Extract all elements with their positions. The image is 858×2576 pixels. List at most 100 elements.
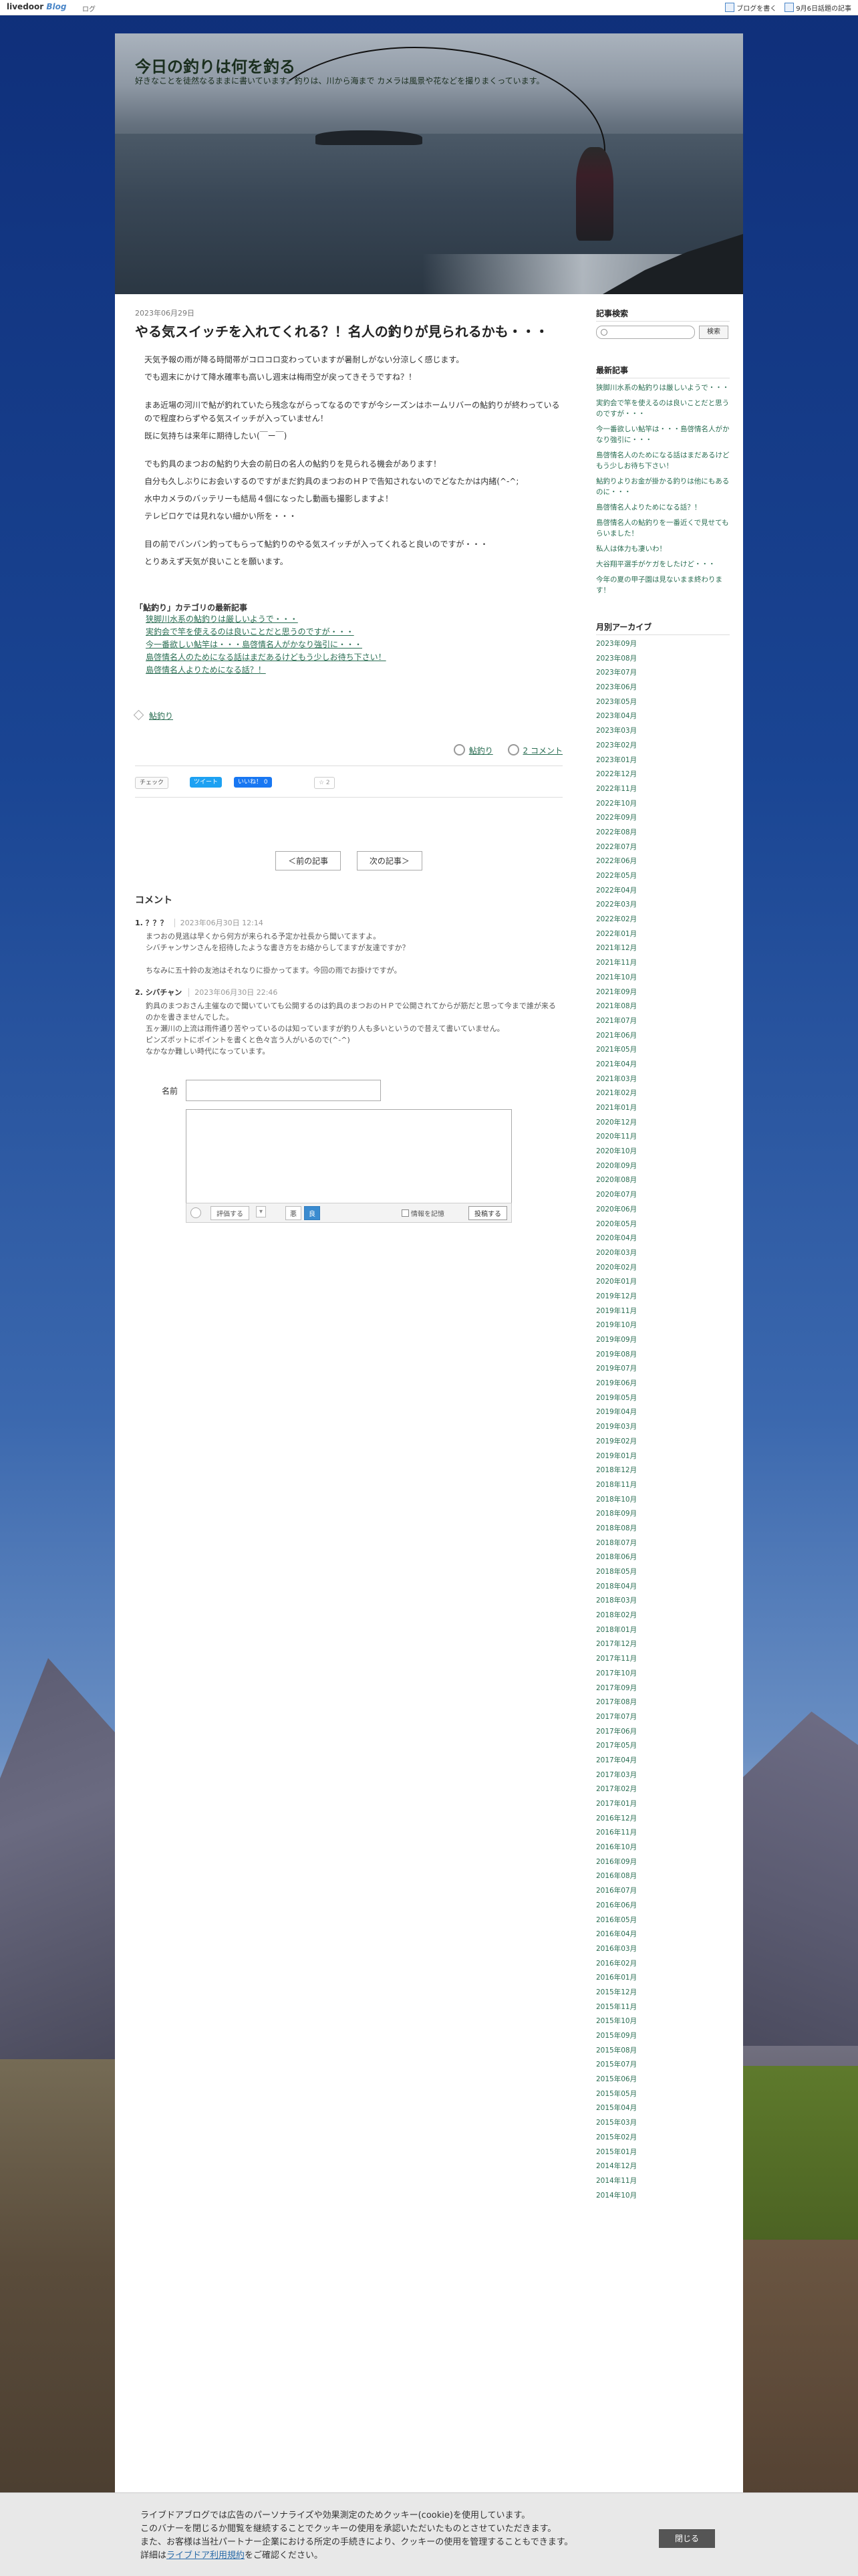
- archive-month-link[interactable]: 2019年12月: [596, 1292, 730, 1306]
- archive-month-link[interactable]: 2017年12月: [596, 1639, 730, 1654]
- archive-month-link[interactable]: 2021年07月: [596, 1016, 730, 1031]
- archive-month-link[interactable]: 2018年02月: [596, 1611, 730, 1625]
- archive-month-link[interactable]: 2017年11月: [596, 1654, 730, 1669]
- archive-month-link[interactable]: 2021年05月: [596, 1045, 730, 1060]
- archive-month-link[interactable]: 2018年05月: [596, 1567, 730, 1582]
- archive-month-link[interactable]: 2019年10月: [596, 1320, 730, 1335]
- archive-month-link[interactable]: 2015年10月: [596, 2016, 730, 2031]
- archive-month-link[interactable]: 2020年01月: [596, 1277, 730, 1292]
- submit-comment-button[interactable]: 投稿する: [468, 1206, 507, 1220]
- chevron-down-icon[interactable]: ▾: [256, 1206, 267, 1217]
- archive-month-link[interactable]: 2023年07月: [596, 668, 730, 683]
- category-latest-link[interactable]: 狭脚川水系の鮎釣りは厳しいようで・・・: [135, 613, 563, 626]
- archive-month-link[interactable]: 2018年01月: [596, 1625, 730, 1640]
- archive-month-link[interactable]: 2018年03月: [596, 1596, 730, 1611]
- remember-checkbox[interactable]: 情報を記憶: [402, 1208, 444, 1218]
- search-input[interactable]: [596, 326, 695, 339]
- archive-month-link[interactable]: 2014年12月: [596, 2161, 730, 2176]
- archive-month-link[interactable]: 2019年08月: [596, 1350, 730, 1365]
- archive-month-link[interactable]: 2020年02月: [596, 1263, 730, 1278]
- recent-post-link[interactable]: 実釣会で竿を使えるのは良いことだと思うのですが・・・: [596, 398, 730, 419]
- archive-month-link[interactable]: 2017年10月: [596, 1669, 730, 1683]
- good-rating-button[interactable]: 良: [304, 1206, 320, 1220]
- archive-month-link[interactable]: 2016年12月: [596, 1814, 730, 1829]
- archive-month-link[interactable]: 2018年12月: [596, 1466, 730, 1480]
- star-button[interactable]: ☆ 2: [314, 777, 335, 789]
- prev-article-button[interactable]: ＜前の記事: [275, 851, 341, 870]
- archive-month-link[interactable]: 2021年10月: [596, 973, 730, 987]
- cookie-close-button[interactable]: 閉じる: [659, 2529, 715, 2548]
- archive-month-link[interactable]: 2019年02月: [596, 1437, 730, 1451]
- recent-post-link[interactable]: 狭脚川水系の鮎釣りは厳しいようで・・・: [596, 382, 730, 393]
- archive-month-link[interactable]: 2018年09月: [596, 1509, 730, 1524]
- archive-month-link[interactable]: 2023年09月: [596, 639, 730, 654]
- archive-month-link[interactable]: 2015年06月: [596, 2075, 730, 2089]
- archive-month-link[interactable]: 2015年01月: [596, 2147, 730, 2162]
- archive-month-link[interactable]: 2018年11月: [596, 1480, 730, 1495]
- recent-post-link[interactable]: 私人は体力も凄いわ！: [596, 544, 730, 554]
- archive-month-link[interactable]: 2019年06月: [596, 1379, 730, 1393]
- recent-post-link[interactable]: 大谷翔平選手がケガをしたけど・・・: [596, 559, 730, 570]
- tag-link[interactable]: 鮎釣り: [149, 711, 173, 721]
- write-blog-link[interactable]: ブログを書く: [725, 3, 776, 13]
- archive-month-link[interactable]: 2015年11月: [596, 2002, 730, 2017]
- archive-month-link[interactable]: 2017年08月: [596, 1697, 730, 1712]
- archive-month-link[interactable]: 2021年09月: [596, 987, 730, 1002]
- archive-month-link[interactable]: 2017年03月: [596, 1770, 730, 1785]
- archive-month-link[interactable]: 2021年11月: [596, 958, 730, 973]
- archive-month-link[interactable]: 2020年10月: [596, 1147, 730, 1161]
- archive-month-link[interactable]: 2015年08月: [596, 2046, 730, 2061]
- archive-month-link[interactable]: 2022年01月: [596, 929, 730, 944]
- archive-month-link[interactable]: 2023年03月: [596, 726, 730, 741]
- recent-post-link[interactable]: 島啓情名人の鮎釣りを一番近くで見せてもらいました！: [596, 517, 730, 539]
- archive-month-link[interactable]: 2019年05月: [596, 1393, 730, 1408]
- archive-month-link[interactable]: 2019年07月: [596, 1364, 730, 1379]
- archive-month-link[interactable]: 2015年02月: [596, 2133, 730, 2147]
- archive-month-link[interactable]: 2017年05月: [596, 1741, 730, 1756]
- archive-month-link[interactable]: 2014年11月: [596, 2176, 730, 2191]
- archive-month-link[interactable]: 2022年07月: [596, 842, 730, 857]
- archive-month-link[interactable]: 2016年04月: [596, 1929, 730, 1944]
- archive-month-link[interactable]: 2019年01月: [596, 1451, 730, 1466]
- archive-month-link[interactable]: 2017年07月: [596, 1712, 730, 1727]
- archive-month-link[interactable]: 2016年08月: [596, 1871, 730, 1886]
- archive-month-link[interactable]: 2022年12月: [596, 770, 730, 784]
- archive-month-link[interactable]: 2018年07月: [596, 1538, 730, 1553]
- archive-month-link[interactable]: 2017年09月: [596, 1683, 730, 1698]
- archive-month-link[interactable]: 2018年04月: [596, 1582, 730, 1597]
- archive-month-link[interactable]: 2015年04月: [596, 2103, 730, 2118]
- hot-topics-link[interactable]: 9月6日話題の記事: [784, 3, 851, 13]
- archive-month-link[interactable]: 2021年02月: [596, 1088, 730, 1103]
- archive-month-link[interactable]: 2021年04月: [596, 1060, 730, 1074]
- comment-textarea[interactable]: [186, 1109, 512, 1204]
- archive-month-link[interactable]: 2023年04月: [596, 711, 730, 726]
- archive-month-link[interactable]: 2021年03月: [596, 1074, 730, 1089]
- archive-month-link[interactable]: 2015年03月: [596, 2118, 730, 2133]
- archive-month-link[interactable]: 2020年09月: [596, 1161, 730, 1176]
- archive-month-link[interactable]: 2020年08月: [596, 1175, 730, 1190]
- archive-month-link[interactable]: 2019年09月: [596, 1335, 730, 1350]
- archive-month-link[interactable]: 2022年10月: [596, 799, 730, 814]
- archive-month-link[interactable]: 2017年01月: [596, 1799, 730, 1814]
- archive-month-link[interactable]: 2023年05月: [596, 697, 730, 712]
- archive-month-link[interactable]: 2022年06月: [596, 856, 730, 871]
- article-title[interactable]: やる気スイッチを入れてくれる？！名人の釣りが見られるかも・・・: [135, 322, 563, 341]
- login-link[interactable]: ログ: [82, 3, 96, 13]
- archive-month-link[interactable]: 2022年03月: [596, 900, 730, 915]
- search-button[interactable]: 検索: [699, 326, 728, 339]
- check-button[interactable]: チェック: [135, 777, 169, 789]
- archive-month-link[interactable]: 2015年07月: [596, 2060, 730, 2075]
- archive-month-link[interactable]: 2018年10月: [596, 1495, 730, 1510]
- archive-month-link[interactable]: 2021年12月: [596, 943, 730, 958]
- next-article-button[interactable]: 次の記事＞: [356, 851, 422, 870]
- archive-month-link[interactable]: 2022年04月: [596, 886, 730, 901]
- archive-month-link[interactable]: 2022年08月: [596, 828, 730, 842]
- archive-month-link[interactable]: 2016年11月: [596, 1828, 730, 1843]
- rate-button[interactable]: 評価する: [210, 1206, 249, 1220]
- archive-month-link[interactable]: 2021年01月: [596, 1103, 730, 1118]
- archive-month-link[interactable]: 2016年02月: [596, 1959, 730, 1974]
- header-banner[interactable]: 今日の釣りは何を釣る 好きなことを徒然なるままに書いています。釣りは、川から海ま…: [115, 33, 743, 294]
- archive-month-link[interactable]: 2015年12月: [596, 1988, 730, 2002]
- archive-month-link[interactable]: 2015年09月: [596, 2031, 730, 2046]
- archive-month-link[interactable]: 2019年03月: [596, 1422, 730, 1437]
